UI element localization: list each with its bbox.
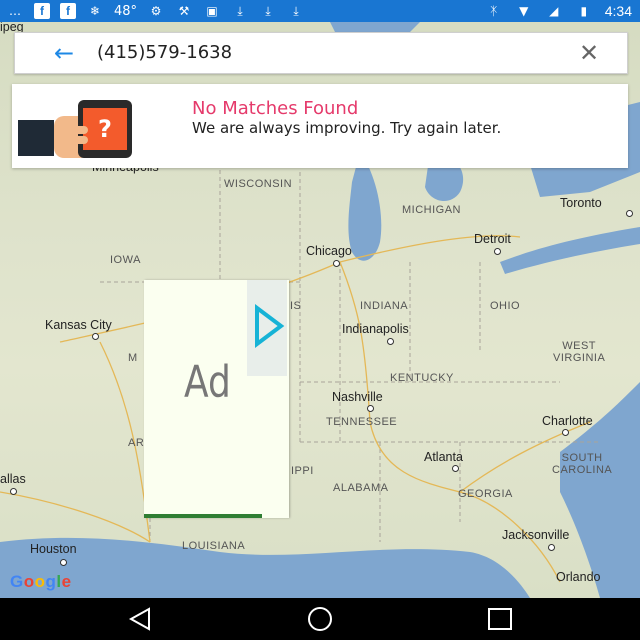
map-label-indiana: INDIANA — [360, 300, 409, 312]
play-triangle-icon — [255, 304, 285, 348]
download-icon: ⤓ — [237, 4, 243, 18]
download-icon: ⤓ — [293, 4, 299, 18]
facebook-icon: f — [60, 3, 76, 19]
lake-erie — [500, 227, 640, 274]
map-city-kansas-city: Kansas City — [45, 318, 112, 332]
map-city-atlanta: Atlanta — [424, 450, 463, 464]
no-match-message: We are always improving. Try again later… — [192, 119, 502, 137]
map-label-louisiana: LOUISIANA — [182, 540, 246, 552]
map-label-michigan: MICHIGAN — [402, 204, 461, 216]
map-label-kentucky: KENTUCKY — [390, 372, 454, 384]
map-city-dot — [494, 248, 501, 255]
lake-michigan — [348, 152, 382, 261]
ad-label: Ad — [184, 357, 231, 408]
ad-choices-icon[interactable] — [247, 280, 287, 376]
arrow-left-icon[interactable]: ← — [49, 39, 79, 67]
game-controller-icon: ▣ — [206, 4, 218, 18]
map-city-detroit: Detroit — [474, 232, 511, 246]
map-city-jacksonville: Jacksonville — [502, 528, 570, 542]
clock: 4:34 — [604, 3, 632, 19]
map-label-is: IS — [290, 300, 302, 312]
map-label-tennessee: TENNESSEE — [326, 416, 398, 428]
search-bar: ← ✕ — [14, 32, 628, 74]
status-right-icons: ᛡ ▼ ◢ ▮ 4:34 — [485, 0, 632, 22]
home-icon[interactable] — [300, 605, 340, 633]
map-city-dot — [367, 405, 374, 412]
map-label-wisconsin: WISCONSIN — [224, 178, 293, 190]
map-city-dot — [387, 338, 394, 345]
map-label-m: M — [128, 352, 138, 364]
recents-icon[interactable] — [480, 605, 520, 633]
map-label-ippi: IPPI — [291, 465, 314, 477]
map-city-dot — [452, 465, 459, 472]
battery-icon: ▮ — [580, 4, 588, 18]
map-label-west-virginia: WEST VIRGINIA — [553, 340, 606, 364]
ad-banner[interactable]: Ad — [144, 280, 289, 518]
map-city-dot — [562, 429, 569, 436]
gulf-of-mexico — [0, 537, 530, 598]
map-label-georgia: GEORGIA — [458, 488, 513, 500]
map-city-dot — [626, 210, 633, 217]
map-city-orlando: Orlando — [556, 570, 601, 584]
svg-text:?: ? — [98, 115, 112, 143]
map-city-dot — [92, 333, 99, 340]
no-sim-icon: ◢ — [549, 4, 559, 18]
bluetooth-icon: ᛡ — [490, 4, 498, 18]
navigation-bar — [0, 598, 640, 640]
phone-search-input[interactable] — [97, 38, 557, 66]
facebook-icon: f — [34, 3, 50, 19]
map-label-iowa: IOWA — [110, 254, 141, 266]
close-icon[interactable]: ✕ — [575, 39, 603, 67]
no-match-card: ? No Matches Found We are always improvi… — [12, 84, 628, 168]
status-bar: … f f ❄ 48° ⚙ ⚒ ▣ ⤓ ⤓ ⤓ ᛡ ▼ ◢ ▮ 4:34 — [0, 0, 640, 22]
messaging-icon: … — [9, 4, 21, 18]
wifi-icon: ▼ — [519, 4, 529, 18]
status-left-icons: … f f ❄ 48° ⚙ ⚒ ▣ ⤓ ⤓ ⤓ — [6, 0, 305, 22]
download-icon: ⤓ — [265, 4, 271, 18]
wrench-icon: ⚒ — [178, 4, 190, 18]
map-city-nashville: Nashville — [332, 390, 383, 404]
map-label-alabama: ALABAMA — [333, 482, 389, 494]
no-match-title: No Matches Found — [192, 98, 359, 119]
map-city-dot — [10, 488, 17, 495]
weather-icon: ❄ — [89, 4, 101, 18]
map-city-houston: Houston — [30, 542, 77, 556]
map-city-indianapolis: Indianapolis — [342, 322, 409, 336]
back-icon[interactable] — [121, 605, 161, 633]
map-label-ar: AR — [128, 437, 145, 449]
phone-question-icon: ? — [18, 100, 132, 158]
map-city-dot — [548, 544, 555, 551]
map-city-dot — [333, 260, 340, 267]
map-city-charlotte: Charlotte — [542, 414, 593, 428]
map-label-ohio: OHIO — [490, 300, 521, 312]
map-city-dot — [60, 559, 67, 566]
map-city-chicago: Chicago — [306, 244, 352, 258]
cycling-icon: ⚙ — [150, 4, 162, 18]
google-logo: Google — [10, 572, 72, 591]
map-city-dallas: allas — [0, 472, 26, 486]
temperature-text: 48° — [114, 3, 138, 19]
map-label-south-carolina: SOUTH CAROLINA — [552, 452, 613, 476]
ad-bottom-bar — [144, 514, 262, 518]
map-city-toronto: Toronto — [560, 196, 602, 210]
